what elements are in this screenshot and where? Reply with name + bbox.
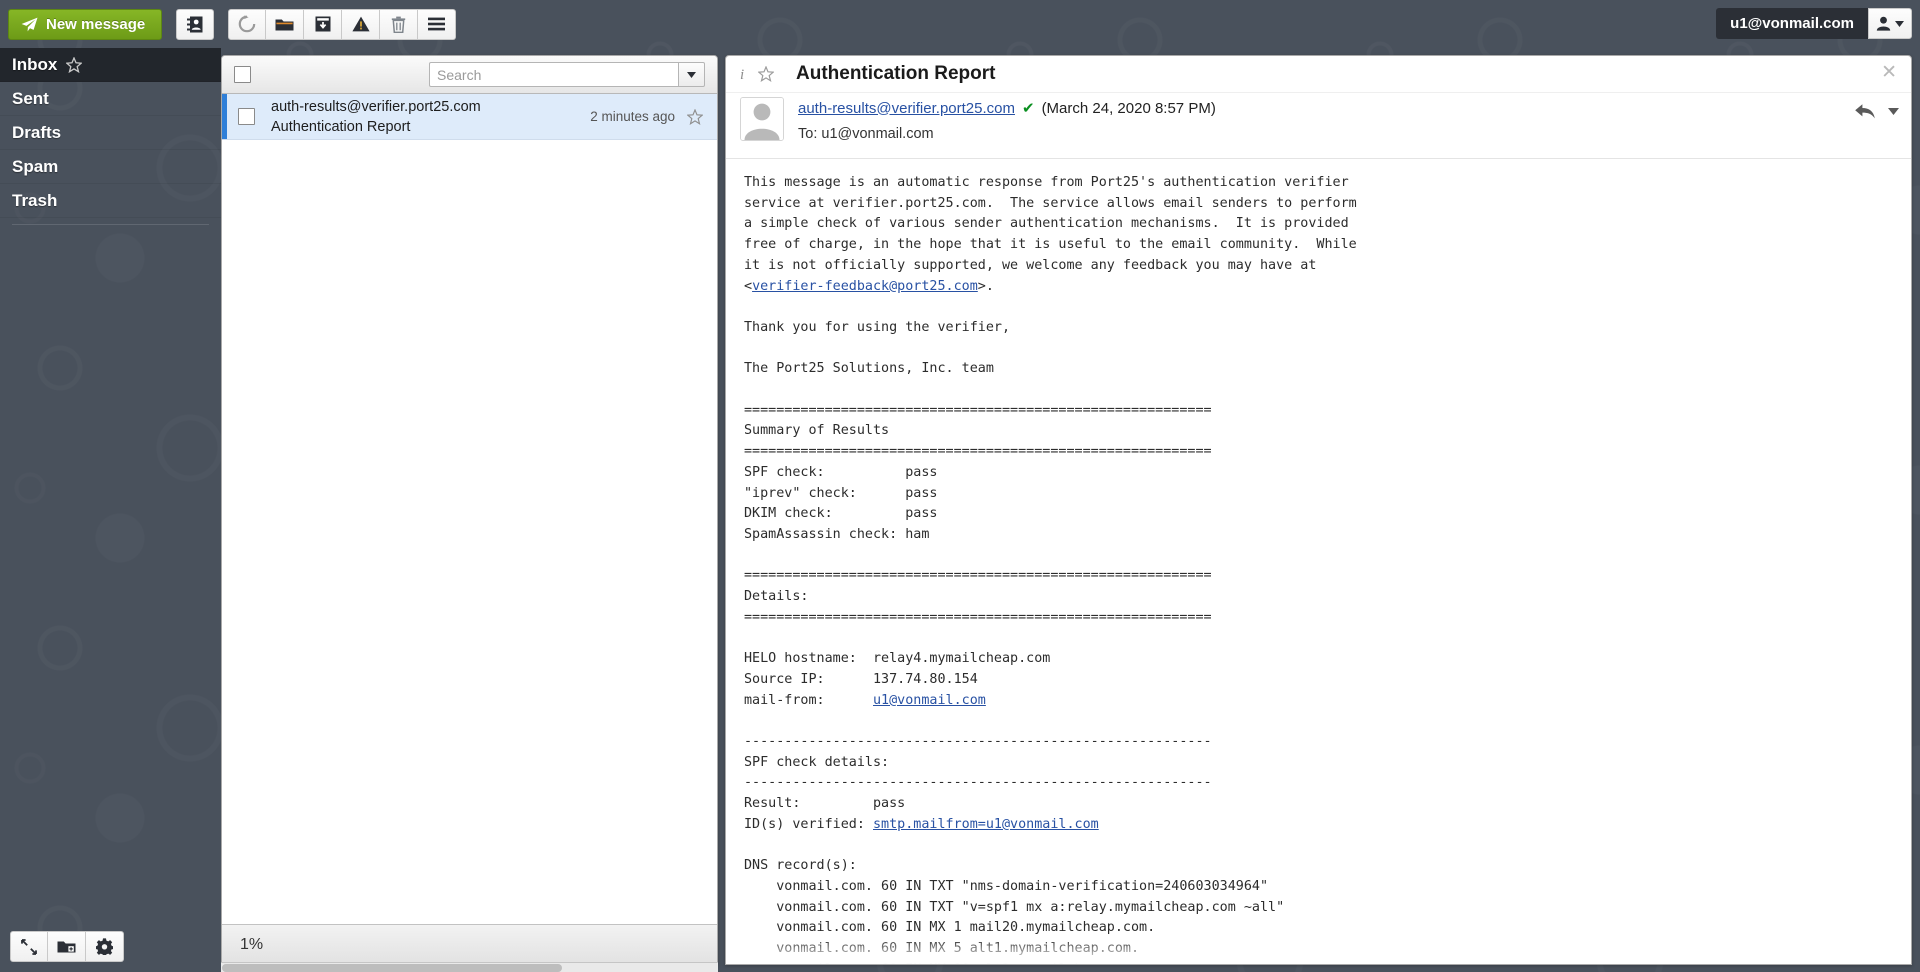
warning-triangle-icon <box>352 16 370 32</box>
message-body: This message is an automatic response fr… <box>726 159 1911 964</box>
message-header: auth-results@verifier.port25.com ✔ (Marc… <box>726 93 1911 159</box>
more-options-button[interactable] <box>418 8 457 40</box>
message-star-icon[interactable] <box>687 108 703 125</box>
sidebar-item-spam[interactable]: Spam <box>0 150 221 184</box>
sidebar-divider <box>12 224 209 225</box>
reply-arrow-icon[interactable] <box>1854 103 1876 120</box>
favorite-star-icon[interactable] <box>66 56 83 73</box>
search-input[interactable] <box>429 62 679 87</box>
to-label: To: <box>798 126 818 142</box>
user-icon <box>1876 16 1891 31</box>
top-toolbar: New message u1@vonmail.com <box>0 0 1920 48</box>
sidebar-item-label: Trash <box>12 190 58 210</box>
account-area: u1@vonmail.com <box>1716 8 1912 39</box>
new-message-label: New message <box>46 15 146 33</box>
svg-text:i: i <box>740 67 744 82</box>
message-list-panel: auth-results@verifier.port25.com Authenti… <box>221 55 718 965</box>
message-body-text: This message is an automatic response fr… <box>744 175 1357 964</box>
sidebar-item-label: Spam <box>12 156 59 176</box>
sidebar-item-trash[interactable]: Trash <box>0 184 221 218</box>
sender-email-link[interactable]: auth-results@verifier.port25.com <box>798 100 1015 117</box>
message-subject: Authentication Report <box>271 118 411 135</box>
sidebar-footer-buttons <box>10 931 124 962</box>
message-meta: 2 minutes ago <box>590 108 717 125</box>
body-link[interactable]: smtp.mailfrom=u1@vonmail.com <box>873 817 1099 832</box>
archive-button[interactable] <box>304 8 343 40</box>
search-options-button[interactable] <box>679 62 705 87</box>
info-icon[interactable]: i <box>740 66 746 82</box>
message-checkbox[interactable] <box>238 108 255 125</box>
folder-sidebar: Inbox Sent Drafts Spam Trash <box>0 48 221 972</box>
mark-spam-button[interactable] <box>342 8 381 40</box>
quota-percent: 1% <box>240 935 264 953</box>
recipient-email: u1@vonmail.com <box>821 126 934 142</box>
close-icon[interactable]: ✕ <box>1881 63 1897 82</box>
refresh-icon <box>238 15 256 33</box>
collapse-arrows-icon <box>21 938 37 955</box>
scrollbar-thumb[interactable] <box>222 964 562 972</box>
settings-button[interactable] <box>86 931 124 962</box>
recipient-line: To: u1@vonmail.com <box>798 126 1216 142</box>
address-book-icon <box>187 16 203 33</box>
avatar <box>740 97 784 141</box>
mail-client-window: New message u1@vonmail.com Inbox Sent Dr… <box>0 0 1920 972</box>
quota-status-bar: 1% <box>222 924 717 964</box>
refresh-button[interactable] <box>228 8 267 40</box>
sender-details: auth-results@verifier.port25.com ✔ (Marc… <box>798 97 1216 143</box>
select-all-checkbox[interactable] <box>234 66 251 83</box>
chevron-down-icon <box>687 71 696 78</box>
chevron-down-icon <box>1895 20 1904 27</box>
message-list: auth-results@verifier.port25.com Authenti… <box>222 94 717 924</box>
sidebar-item-drafts[interactable]: Drafts <box>0 116 221 150</box>
message-timestamp: 2 minutes ago <box>590 109 675 124</box>
message-date: (March 24, 2020 8:57 PM) <box>1041 99 1216 117</box>
sidebar-item-label: Inbox <box>12 54 58 74</box>
collapse-sidebar-button[interactable] <box>10 931 48 962</box>
paper-plane-icon <box>21 17 38 32</box>
account-menu-button[interactable] <box>1868 8 1912 39</box>
body-link[interactable]: u1@vonmail.com <box>873 693 986 708</box>
star-outline-icon[interactable] <box>758 66 774 82</box>
gear-icon <box>96 938 113 955</box>
archive-icon <box>315 16 331 32</box>
message-action-buttons <box>1854 103 1899 120</box>
message-list-horizontal-scrollbar[interactable] <box>221 962 718 972</box>
message-list-header <box>222 56 717 94</box>
sender-line: auth-results@verifier.port25.com ✔ (Marc… <box>798 99 1216 118</box>
trash-icon <box>391 16 406 33</box>
body-link[interactable]: verifier-feedback@port25.com <box>752 279 978 294</box>
folder-list: Inbox Sent Drafts Spam Trash <box>0 48 221 218</box>
sidebar-item-label: Drafts <box>12 122 62 142</box>
delete-button[interactable] <box>380 8 419 40</box>
search-box <box>429 62 705 87</box>
create-folder-button[interactable] <box>48 931 86 962</box>
sidebar-item-inbox[interactable]: Inbox <box>0 48 221 82</box>
move-to-folder-button[interactable] <box>266 8 305 40</box>
folder-icon <box>275 17 294 32</box>
check-mark-icon: ✔ <box>1021 100 1035 117</box>
folder-add-icon <box>57 939 76 954</box>
avatar-placeholder-icon <box>741 98 783 140</box>
message-view-panel: i Authentication Report ✕ auth-results@v… <box>725 55 1912 965</box>
message-sender: auth-results@verifier.port25.com <box>271 98 481 115</box>
sidebar-item-label: Sent <box>12 88 49 108</box>
sidebar-item-sent[interactable]: Sent <box>0 82 221 116</box>
account-email: u1@vonmail.com <box>1716 8 1868 39</box>
message-list-item[interactable]: auth-results@verifier.port25.com Authenti… <box>222 94 717 140</box>
message-titlebar: i Authentication Report ✕ <box>726 56 1911 93</box>
hamburger-icon <box>428 17 446 31</box>
message-summary: auth-results@verifier.port25.com Authenti… <box>271 97 590 137</box>
message-actions-group <box>228 8 457 40</box>
message-subject: Authentication Report <box>796 63 996 84</box>
new-message-button[interactable]: New message <box>8 8 163 40</box>
contacts-button[interactable] <box>176 8 215 40</box>
chevron-down-icon[interactable] <box>1888 108 1899 115</box>
